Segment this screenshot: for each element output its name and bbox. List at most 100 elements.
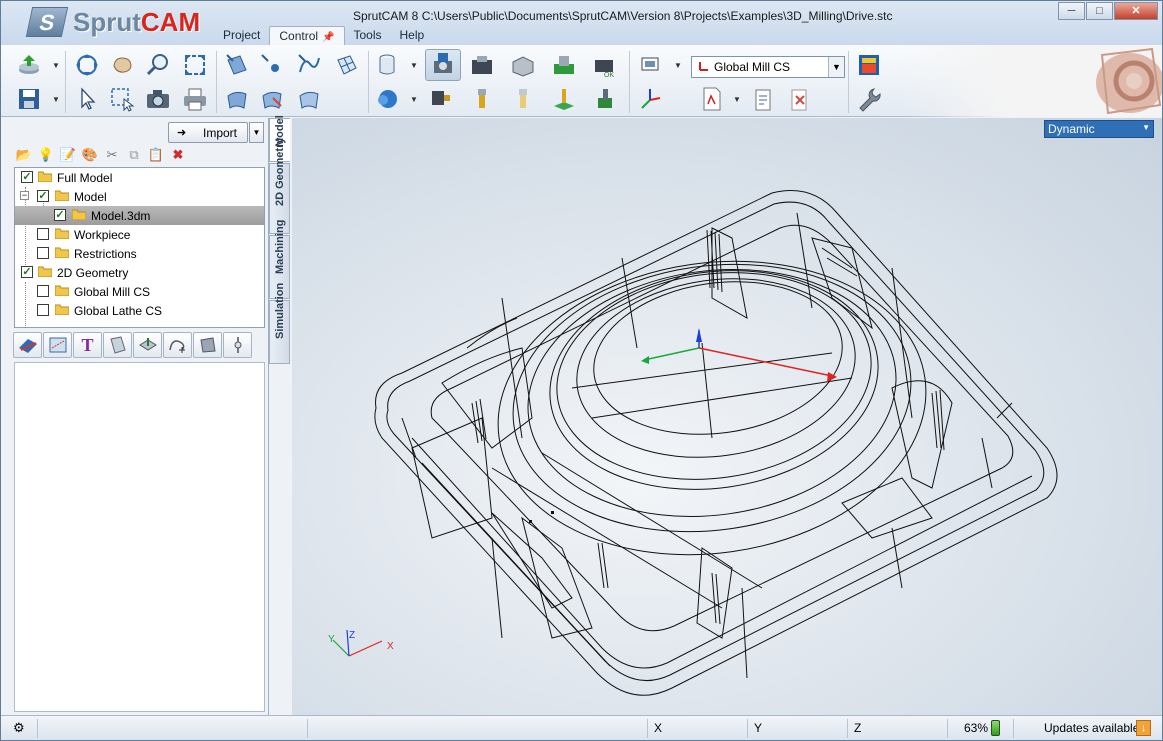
full-model-checkbox[interactable]: ✓ [21, 171, 33, 183]
model-3dm-checkbox[interactable]: ✓ [54, 209, 66, 221]
machine-5-icon[interactable]: OK [591, 51, 619, 79]
offset-tool-icon[interactable] [193, 332, 222, 358]
pdf-icon[interactable] [698, 85, 726, 113]
open-folder-icon[interactable]: 📂 [13, 146, 35, 164]
tree-item-restrictions[interactable]: Restrictions [15, 244, 264, 263]
printer-icon[interactable] [181, 85, 209, 113]
cylinder-icon[interactable] [373, 51, 401, 79]
tree-item-2d-geometry[interactable]: ✓ 2D Geometry [15, 263, 264, 282]
tree-item-workpiece[interactable]: Workpiece [15, 225, 264, 244]
solid-icon[interactable] [373, 85, 401, 113]
solid-dropdown-icon[interactable]: ▼ [410, 95, 418, 104]
surface-tool-icon[interactable] [13, 332, 42, 358]
menu-tools[interactable]: Tools [345, 26, 391, 45]
coordinate-system-select[interactable]: Global Mill CS ▼ [691, 56, 845, 78]
pdf-dropdown-icon[interactable]: ▼ [733, 95, 741, 104]
paste-icon[interactable]: 📋 [145, 146, 167, 164]
split-tool-icon[interactable] [223, 332, 252, 358]
tree-item-global-lathe-cs[interactable]: Global Lathe CS [15, 301, 264, 320]
2d-geometry-checkbox[interactable]: ✓ [21, 266, 33, 278]
cut-icon[interactable]: ✂ [101, 146, 123, 164]
model-checkbox[interactable]: ✓ [37, 190, 49, 202]
machine-3-icon[interactable] [509, 51, 537, 79]
curve-icon[interactable] [295, 51, 323, 79]
text-tool-icon[interactable]: T [73, 332, 102, 358]
global-mill-cs-checkbox[interactable] [37, 285, 49, 297]
point-select-icon[interactable] [258, 51, 286, 79]
import-dropdown-icon[interactable]: ▼ [52, 61, 60, 70]
status-z: Z [847, 719, 947, 738]
rect-select-icon[interactable] [108, 85, 136, 113]
chevron-down-icon[interactable]: ▼ [828, 57, 844, 77]
tree-item-model[interactable]: − ✓ Model [15, 187, 264, 206]
zoom-icon[interactable] [144, 51, 172, 79]
menu-project[interactable]: Project [214, 26, 269, 45]
workpiece-checkbox[interactable] [37, 228, 49, 240]
import-menu-button[interactable]: ▼ [249, 122, 264, 143]
machine-2-icon[interactable] [468, 51, 496, 79]
bulb-icon[interactable]: 💡 [35, 146, 57, 164]
machine-status-icon[interactable]: ⚙ [13, 720, 25, 736]
import-button[interactable]: ➜ Import [168, 122, 248, 143]
copy-icon[interactable]: ⧉ [123, 146, 145, 164]
layer-tool-icon[interactable] [133, 332, 162, 358]
page-tool-icon[interactable] [103, 332, 132, 358]
geometry-toolbar: T [13, 332, 253, 360]
svg-text:OK: OK [604, 72, 614, 78]
edit-icon[interactable]: 📝 [57, 146, 79, 164]
delete-icon[interactable]: ✖ [167, 146, 189, 164]
tool-4-icon[interactable] [550, 85, 578, 113]
tool-5-icon[interactable] [591, 85, 619, 113]
workpiece-icon[interactable] [637, 51, 665, 79]
wrench-icon[interactable] [855, 85, 883, 113]
machine-4-icon[interactable] [550, 51, 578, 79]
tool-3-icon[interactable] [509, 85, 537, 113]
surface-c-icon[interactable] [295, 85, 323, 113]
import-icon[interactable] [15, 51, 43, 79]
close-doc-icon[interactable] [786, 85, 814, 113]
color-icon[interactable] [855, 51, 883, 79]
axis-icon[interactable] [637, 85, 665, 113]
palette-icon[interactable]: 🎨 [79, 146, 101, 164]
maximize-button[interactable]: □ [1086, 2, 1113, 20]
pin-icon[interactable]: 📌 [322, 32, 334, 43]
tool-1-icon[interactable] [427, 85, 455, 113]
restrictions-checkbox[interactable] [37, 247, 49, 259]
zoom-fit-icon[interactable] [181, 51, 209, 79]
tool-2-icon[interactable] [468, 85, 496, 113]
model-tree: ✓ Full Model − ✓ Model ✓ Model.3dm Workp… [14, 167, 265, 328]
tab-simulation[interactable]: Simulation [269, 283, 290, 364]
machine-1-icon[interactable] [425, 49, 461, 81]
collapse-icon[interactable]: − [20, 191, 29, 200]
curve-add-tool-icon[interactable] [163, 332, 192, 358]
workpiece-dropdown-icon[interactable]: ▼ [674, 61, 682, 70]
pan-hand-icon[interactable] [108, 51, 136, 79]
3d-viewport[interactable]: Dynamic ▼ X Y Z [292, 118, 1162, 715]
pointer-icon[interactable] [73, 85, 101, 113]
surface-a-icon[interactable] [223, 85, 251, 113]
cylinder-dropdown-icon[interactable]: ▼ [410, 61, 418, 70]
surface-select-icon[interactable] [223, 51, 251, 79]
close-button[interactable]: ✕ [1114, 2, 1158, 20]
surface-b-icon[interactable] [258, 85, 286, 113]
report-icon[interactable] [750, 85, 778, 113]
minimize-button[interactable]: ─ [1058, 2, 1085, 20]
projection-tool-icon[interactable] [43, 332, 72, 358]
axis-z-label: Z [349, 630, 355, 641]
tree-item-model-3dm[interactable]: ✓ Model.3dm [15, 206, 264, 225]
status-message [37, 719, 307, 738]
mesh-icon[interactable] [332, 51, 360, 79]
save-dropdown-icon[interactable]: ▼ [52, 95, 60, 104]
memory-battery-icon [991, 720, 1000, 736]
menu-control[interactable]: Control 📌 [269, 26, 345, 45]
save-icon[interactable] [15, 85, 43, 113]
rotate-view-icon[interactable] [73, 51, 101, 79]
global-lathe-cs-checkbox[interactable] [37, 304, 49, 316]
folder-icon [71, 209, 87, 221]
menu-help[interactable]: Help [391, 26, 434, 45]
import-arrow-icon: ➜ [177, 127, 187, 139]
tree-item-full-model[interactable]: ✓ Full Model [15, 168, 264, 187]
tree-item-global-mill-cs[interactable]: Global Mill CS [15, 282, 264, 301]
update-arrow-icon[interactable]: ↓ [1136, 720, 1151, 736]
camera-icon[interactable] [144, 85, 172, 113]
